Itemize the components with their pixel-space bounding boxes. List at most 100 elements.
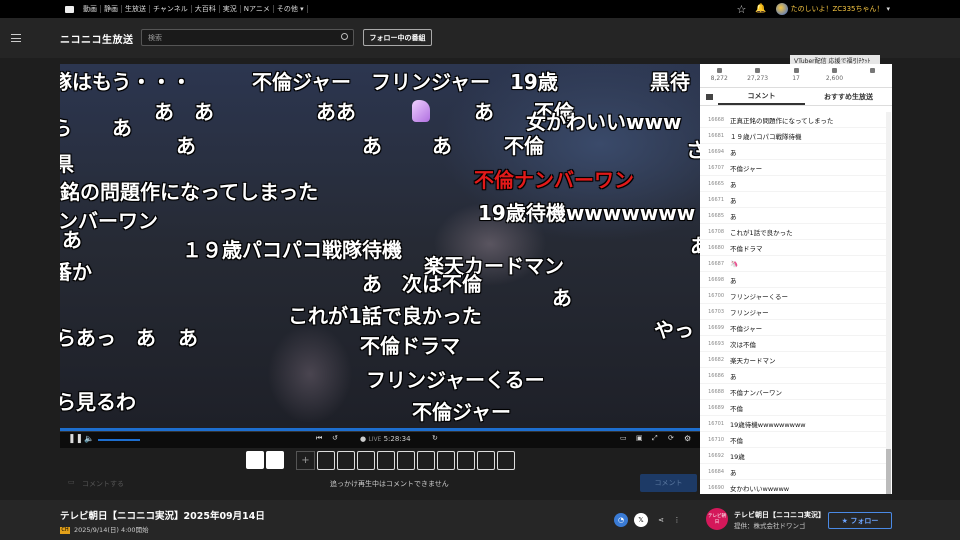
gift-buttons [246, 451, 284, 469]
comment-text: 19歳 [730, 452, 745, 461]
comment-text: あ [730, 468, 737, 477]
bell-icon[interactable]: 🔔 [755, 4, 766, 14]
comment-text: 不倫 [730, 436, 743, 445]
comment-toggle-icon[interactable]: ▭ [620, 434, 627, 442]
nav-channel[interactable]: チャンネル [150, 5, 192, 13]
calendar-stat [854, 64, 892, 87]
danmaku-comment: あ 次は不倫 [362, 272, 482, 296]
comment-number: 16693 [708, 340, 724, 347]
nav-douga[interactable]: 動画 [80, 5, 101, 13]
search-input[interactable]: 検索 [141, 29, 354, 46]
emote-slot[interactable] [477, 451, 495, 470]
comment-number: 16689 [708, 404, 724, 411]
gift-count-value: 2,600 [825, 75, 844, 82]
comment-panel: 8,272 27,273 17 2,600 コメント おすすめ生放送 16668… [700, 64, 892, 494]
comment-text: これが1話で良かった [730, 228, 793, 237]
list-item: 16698 あ [700, 272, 886, 288]
tab-comments[interactable]: コメント [718, 88, 805, 105]
comment-number: 16701 [708, 420, 724, 427]
gift-count: 2,600 [815, 64, 853, 87]
hamburger-menu-icon[interactable] [11, 34, 21, 42]
following-programs-button[interactable]: フォロー中の番組 [363, 29, 432, 46]
niconico-live-logo[interactable]: ニコニコ生放送 [60, 31, 134, 46]
nav-seiga[interactable]: 静画 [101, 5, 122, 13]
danmaku-comment: あ [178, 326, 198, 350]
emote-slot[interactable] [457, 451, 475, 470]
comment-text: 19歳待機wwwwwwwww [730, 420, 806, 429]
x-share-icon[interactable]: 𝕏 [634, 513, 648, 527]
comment-number: 16687 [708, 260, 724, 267]
comment-number: 16684 [708, 468, 724, 475]
clock-icon[interactable]: ◔ [614, 513, 628, 527]
forward-10s-icon[interactable]: ↻ [432, 434, 438, 442]
reload-icon[interactable]: ⟳ [668, 434, 674, 442]
emote-slot[interactable] [497, 451, 515, 470]
theater-icon[interactable]: ▣ [636, 434, 643, 442]
volume-slider[interactable] [98, 439, 140, 441]
danmaku-comment: 番か [60, 260, 92, 284]
comment-text: 不倫ナンバーワン [730, 388, 782, 397]
emote-slot[interactable] [317, 451, 335, 470]
settings-gear-icon[interactable]: ⚙ [684, 434, 691, 443]
danmaku-comment: 隊はもう・・・ [60, 70, 192, 94]
comment-number: 16708 [708, 228, 724, 235]
more-icon[interactable]: ⋮ [670, 513, 684, 527]
list-item: 16707 不倫ジャー [700, 160, 886, 176]
comment-number: 16682 [708, 356, 724, 363]
comment-list[interactable]: 16668 正真正銘の問題作になってしまった 16681 １９歳パコパコ戦隊待機 1… [700, 112, 886, 494]
ad-emotion-icon[interactable] [266, 451, 284, 469]
add-emote-button[interactable]: + [296, 451, 315, 470]
panel-menu-icon[interactable] [700, 88, 718, 105]
emote-slot[interactable] [337, 451, 355, 470]
pause-icon[interactable]: ❚❚ [68, 434, 83, 444]
list-item: 16701 19歳待機wwwwwwwww [700, 416, 886, 432]
danmaku-comment: これが1話で良かった [288, 304, 482, 328]
list-item: 16671 あ [700, 192, 886, 208]
comment-number: 16700 [708, 292, 724, 299]
danmaku-comment: あ [362, 134, 382, 158]
user-name: たのしいよ！ZC335ちゃん！ [790, 5, 884, 13]
nav-other[interactable]: その他 ▾ [274, 5, 308, 13]
comment-number: 16668 [708, 116, 724, 123]
rewind-icon[interactable]: ⏮ [316, 434, 322, 443]
scrollbar-thumb[interactable] [886, 449, 891, 494]
follow-button[interactable]: ★ フォロー [828, 512, 892, 529]
niconico-tv-icon[interactable] [65, 5, 74, 13]
comment-text: 正真正銘の問題作になってしまった [730, 116, 834, 125]
nav-dic[interactable]: 大百科 [192, 5, 220, 13]
danmaku-comment: ら [60, 116, 72, 140]
share-icon[interactable]: ⋖ [654, 513, 668, 527]
emote-slot[interactable] [357, 451, 375, 470]
nav-live[interactable]: 生放送 [122, 5, 150, 13]
tab-recommended[interactable]: おすすめ生放送 [805, 88, 892, 105]
emote-slot[interactable] [397, 451, 415, 470]
star-icon[interactable]: ☆ [736, 3, 746, 16]
ad-count-value: 17 [792, 75, 800, 82]
user-menu[interactable]: たのしいよ！ZC335ちゃん！ ▾ [775, 3, 890, 15]
emote-slot[interactable] [377, 451, 395, 470]
list-item: 16686 あ [700, 368, 886, 384]
gift-icon[interactable] [246, 451, 264, 469]
comment-number: 16710 [708, 436, 724, 443]
provider-name[interactable]: テレビ朝日【ニコニコ実況】 [734, 510, 825, 520]
video-player[interactable]: 隊はもう・・・ 不倫ジャー フリンジャー 19歳 黒待 あ あ ああ あ 不倫 … [60, 64, 700, 428]
comment-text: 不倫ジャー [730, 164, 763, 173]
comment-input-row: ▭ コメントする 追っかけ再生中はコメントできません コメント [60, 474, 700, 494]
emote-slot[interactable] [437, 451, 455, 470]
comment-submit-button[interactable]: コメント [640, 474, 697, 492]
provider-logo[interactable]: テレビ朝日 [706, 508, 728, 530]
fullscreen-icon[interactable]: ⤢ [652, 434, 658, 443]
topbar-right: ☆ 🔔 たのしいよ！ZC335ちゃん！ ▾ [736, 0, 960, 18]
comment-scrollbar[interactable] [886, 112, 891, 494]
volume-icon[interactable]: 🔈 [84, 434, 94, 443]
emote-slot[interactable] [417, 451, 435, 470]
nav-jikkyo[interactable]: 実況 [220, 5, 241, 13]
comment-count: 27,273 [738, 64, 776, 87]
back-10s-icon[interactable]: ↺ [332, 434, 338, 442]
search-icon[interactable] [341, 33, 348, 40]
danmaku-comment: 銘の問題作になってしまった [60, 180, 319, 204]
program-start-time: 2025/9/14(日) 4:00開始 [74, 526, 149, 534]
comment-text: あ [730, 148, 737, 157]
nav-nanime[interactable]: Nアニメ [241, 5, 274, 13]
seek-progress [60, 428, 700, 431]
